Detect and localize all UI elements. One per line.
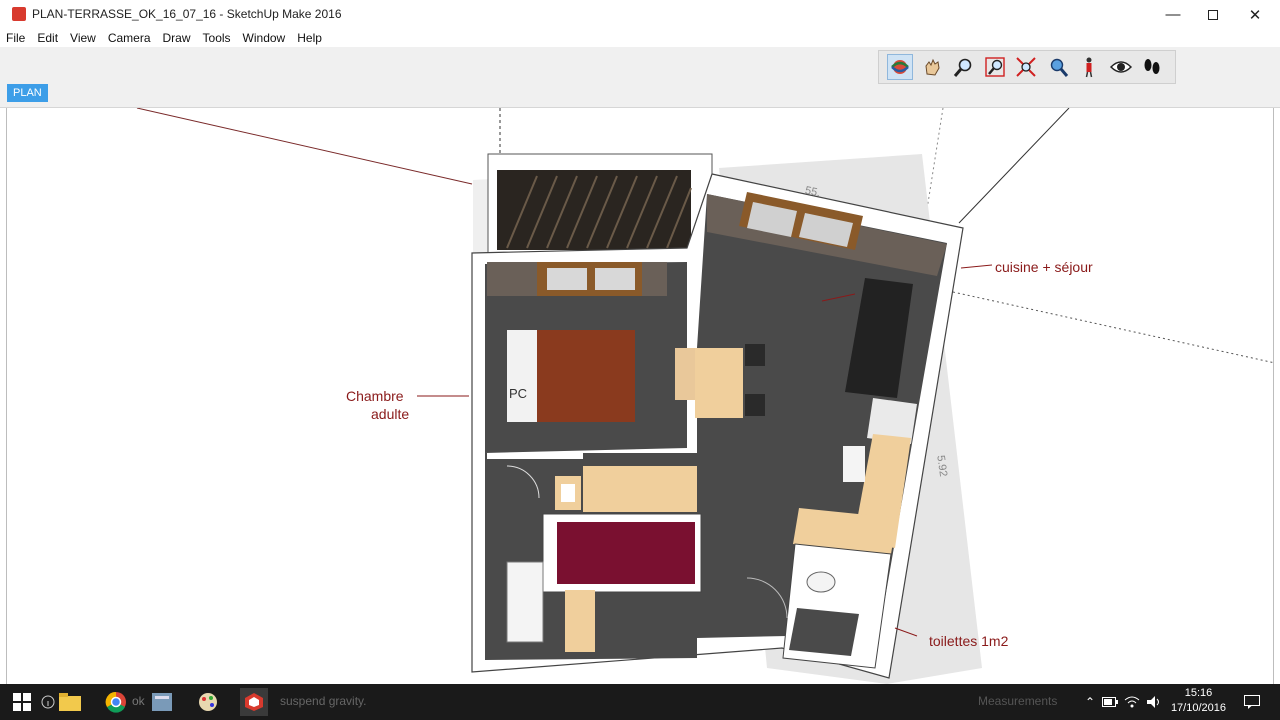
speaker-icon: [1147, 696, 1159, 708]
chair-1: [745, 344, 765, 366]
status-hint: suspend gravity.: [280, 694, 367, 708]
clock-date: 17/10/2016: [1170, 702, 1226, 714]
pan-icon: [924, 58, 940, 76]
clock-time: 15:16: [1184, 687, 1213, 699]
close-icon: ✕: [1248, 6, 1262, 24]
bedroom-window-pane-left: [547, 268, 587, 290]
title-bar: PLAN-TERRASSE_OK_16_07_16 - SketchUp Mak…: [0, 0, 1280, 29]
sketchup-icon: [245, 693, 263, 711]
toilet: [806, 571, 836, 593]
previous-view-icon: [1050, 58, 1068, 77]
maximize-icon: [1208, 9, 1218, 20]
menu-help[interactable]: Help: [291, 29, 328, 47]
toilet-floor: [789, 608, 859, 656]
green-axis-line: [958, 108, 1070, 224]
status-hint-pre: ok: [132, 694, 145, 708]
position-camera-icon: [1085, 57, 1093, 78]
menu-tools[interactable]: Tools: [197, 29, 237, 47]
zoom-icon: [953, 58, 972, 77]
look-around-icon: [1109, 61, 1132, 73]
taskbar-app-1[interactable]: [148, 688, 176, 716]
bathroom-wall-top: [487, 453, 583, 459]
chrome-icon: [105, 691, 126, 713]
zoom-extents-button[interactable]: [1013, 54, 1039, 80]
chevron-up-icon: ⌃: [1084, 695, 1096, 709]
menu-bar: File Edit View Camera Draw Tools Window …: [0, 29, 1280, 47]
taskbar-app-2[interactable]: [194, 688, 222, 716]
menu-draw[interactable]: Draw: [157, 29, 197, 47]
menu-camera[interactable]: Camera: [102, 29, 157, 47]
menu-edit[interactable]: Edit: [31, 29, 64, 47]
battery-icon: [1102, 697, 1118, 707]
zoom-window-icon: [984, 57, 1005, 77]
kitchen-sink: [843, 446, 865, 482]
red-axis-line: [136, 108, 473, 185]
bed-pillows: [507, 330, 537, 422]
volume-button[interactable]: [1140, 688, 1168, 716]
menu-view[interactable]: View: [64, 29, 102, 47]
washbasin: [561, 484, 575, 502]
label-chambre: Chambre: [346, 388, 404, 404]
label-cuisine-sejour: cuisine + séjour: [995, 259, 1093, 275]
label-adulte: adulte: [371, 406, 410, 422]
walk-icon: [1144, 59, 1160, 74]
document-app-icon: [152, 693, 172, 711]
bedroom-window-pane-right: [595, 268, 635, 290]
file-explorer-button[interactable]: [56, 688, 84, 716]
camera-toolbar: [878, 50, 1176, 84]
look-around-button[interactable]: [1108, 54, 1134, 80]
pan-button[interactable]: [919, 54, 945, 80]
maximize-button[interactable]: [1190, 0, 1236, 29]
orbit-button[interactable]: [887, 54, 913, 80]
storage-unit: [565, 590, 595, 652]
chrome-button[interactable]: [102, 688, 130, 716]
label-pc: PC: [509, 386, 528, 401]
chair-2: [745, 394, 765, 416]
bathroom-counter: [583, 466, 697, 512]
position-camera-button[interactable]: [1076, 54, 1102, 80]
previous-view-button[interactable]: [1045, 54, 1071, 80]
notifications-button[interactable]: [1238, 688, 1266, 716]
minimize-icon: —: [1165, 6, 1181, 23]
guide-line-right: [952, 291, 1273, 364]
floor-plan-drawing: [136, 108, 1273, 684]
orbit-icon: [891, 60, 909, 74]
window-title: PLAN-TERRASSE_OK_16_07_16 - SketchUp Mak…: [32, 7, 342, 21]
model-viewport[interactable]: Chambre adulte cuisine + séjour toilette…: [6, 108, 1274, 684]
dining-table: [695, 348, 743, 418]
zoom-extents-icon: [1016, 57, 1036, 77]
windows-logo-icon: [13, 693, 31, 711]
windows-taskbar: ok suspend gravity. Measurements ⌃ 15:16…: [0, 684, 1280, 720]
zoom-button[interactable]: [950, 54, 976, 80]
notification-icon: [1244, 695, 1260, 709]
cuisine-leader: [960, 264, 993, 269]
close-button[interactable]: ✕: [1232, 0, 1278, 29]
info-icon: [41, 695, 55, 709]
menu-window[interactable]: Window: [237, 29, 292, 47]
paint-app-icon: [199, 693, 217, 711]
taskbar-sketchup[interactable]: [240, 688, 268, 716]
sketchup-logo-icon: [12, 7, 26, 21]
taskbar-clock[interactable]: 15:16 17/10/2016: [1171, 686, 1226, 716]
measurements-label: Measurements: [978, 694, 1058, 708]
rug: [557, 522, 695, 584]
scene-tab-plan[interactable]: PLAN: [7, 84, 48, 102]
menu-file[interactable]: File: [0, 29, 31, 47]
start-button[interactable]: [8, 688, 36, 716]
wifi-icon: [1124, 696, 1140, 708]
zoom-window-button[interactable]: [982, 54, 1008, 80]
folder-icon: [59, 693, 81, 711]
shower: [506, 561, 544, 643]
toolbar-area: PLAN: [0, 47, 1280, 108]
label-toilettes: toilettes 1m2: [929, 633, 1009, 649]
walk-button[interactable]: [1139, 54, 1165, 80]
